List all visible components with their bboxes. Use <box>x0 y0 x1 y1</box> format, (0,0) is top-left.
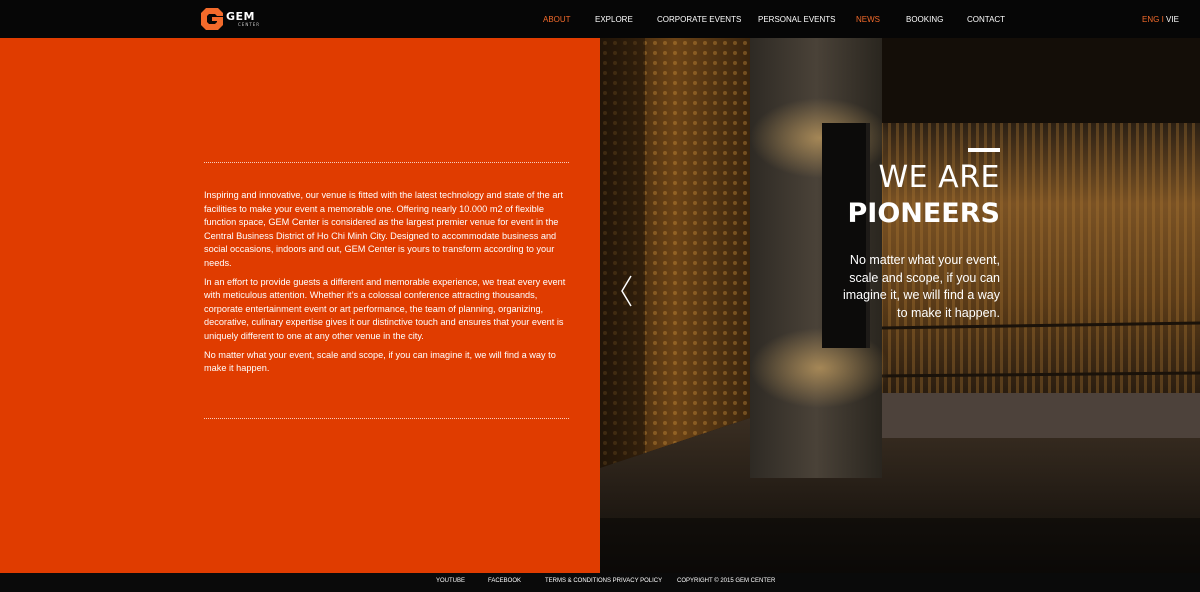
about-paragraph: Inspiring and innovative, our venue is f… <box>204 190 564 268</box>
about-copy: Inspiring and innovative, our venue is f… <box>204 189 566 381</box>
footer-youtube-link[interactable]: YOUTUBE <box>436 578 465 584</box>
footer-copyright: COPYRIGHT © 2015 GEM CENTER <box>677 578 776 584</box>
lang-vie[interactable]: VIE <box>1166 15 1179 24</box>
lang-separator: I <box>1159 15 1167 24</box>
nav-corporate-events[interactable]: CORPORATE EVENTS <box>657 15 741 24</box>
about-paragraph: In an effort to provide guests a differe… <box>204 276 566 341</box>
dotted-divider-top <box>204 162 569 163</box>
nav-booking[interactable]: BOOKING <box>906 15 943 24</box>
hero-subtitle: No matter what your event, scale and sco… <box>842 253 1000 320</box>
site-header: GEM CENTER ABOUT EXPLORE CORPORATE EVENT… <box>0 0 1200 38</box>
main-nav: ABOUT EXPLORE CORPORATE EVENTS PERSONAL … <box>0 15 1200 27</box>
nav-contact[interactable]: CONTACT <box>967 15 1005 24</box>
nav-explore[interactable]: EXPLORE <box>595 15 633 24</box>
hero-accent-bar <box>968 148 1000 152</box>
nav-news[interactable]: NEWS <box>856 15 880 24</box>
language-switcher: ENG I VIE <box>1142 15 1179 24</box>
hero-heading-line1: WE ARE <box>878 160 1000 195</box>
footer-facebook-link[interactable]: FACEBOOK <box>488 578 521 584</box>
dotted-divider-bottom <box>204 418 569 419</box>
about-paragraph: No matter what your event, scale and sco… <box>204 349 556 374</box>
nav-about[interactable]: ABOUT <box>543 15 571 24</box>
chevron-left-icon[interactable] <box>619 274 633 308</box>
lang-eng[interactable]: ENG <box>1142 15 1159 24</box>
site-footer: YOUTUBE FACEBOOK TERMS & CONDITIONS PRIV… <box>0 573 1200 592</box>
nav-personal-events[interactable]: PERSONAL EVENTS <box>758 15 836 24</box>
hero-slider: WE ARE PIONEERS No matter what your even… <box>600 38 1200 573</box>
about-panel: Inspiring and innovative, our venue is f… <box>0 38 600 573</box>
footer-terms-privacy-link[interactable]: TERMS & CONDITIONS PRIVACY POLICY <box>545 578 662 584</box>
hero-heading-line2: PIONEERS <box>847 198 1000 229</box>
